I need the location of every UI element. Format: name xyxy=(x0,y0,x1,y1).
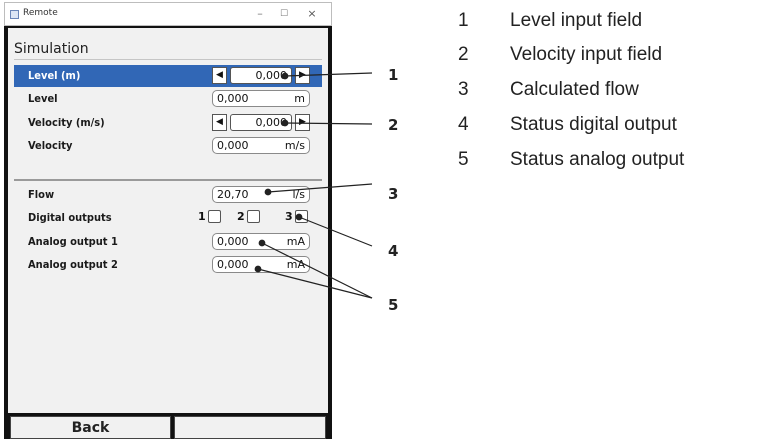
legend-text: Status digital output xyxy=(510,114,677,135)
legend-number: 2 xyxy=(458,44,469,65)
legend-item: 4 Status digital output xyxy=(458,114,757,138)
legend-item: 5 Status analog output xyxy=(458,149,757,173)
legend-text: Status analog output xyxy=(510,149,685,170)
callout-line-5a xyxy=(261,242,373,299)
callout-line-5b xyxy=(257,268,373,299)
callout-number-2: 2 xyxy=(388,116,399,134)
callout-number-3: 3 xyxy=(388,185,399,203)
legend-number: 1 xyxy=(458,10,469,31)
legend-number: 4 xyxy=(458,114,469,135)
legend-text: Calculated flow xyxy=(510,79,639,100)
callout-number-5: 5 xyxy=(388,296,399,314)
legend-text: Velocity input field xyxy=(510,44,663,65)
callout-line-4 xyxy=(298,216,373,247)
callout-number-4: 4 xyxy=(388,242,399,260)
legend-text: Level input field xyxy=(510,10,643,31)
callout-line-1 xyxy=(284,72,373,77)
callout-line-2 xyxy=(284,122,373,125)
legend-item: 3 Calculated flow xyxy=(458,79,757,103)
legend-number: 5 xyxy=(458,149,469,170)
legend-item: 2 Velocity input field xyxy=(458,44,757,68)
callout-number-1: 1 xyxy=(388,66,399,84)
legend-number: 3 xyxy=(458,79,469,100)
legend-item: 1 Level input field xyxy=(458,10,757,34)
callout-line-3 xyxy=(267,183,373,193)
